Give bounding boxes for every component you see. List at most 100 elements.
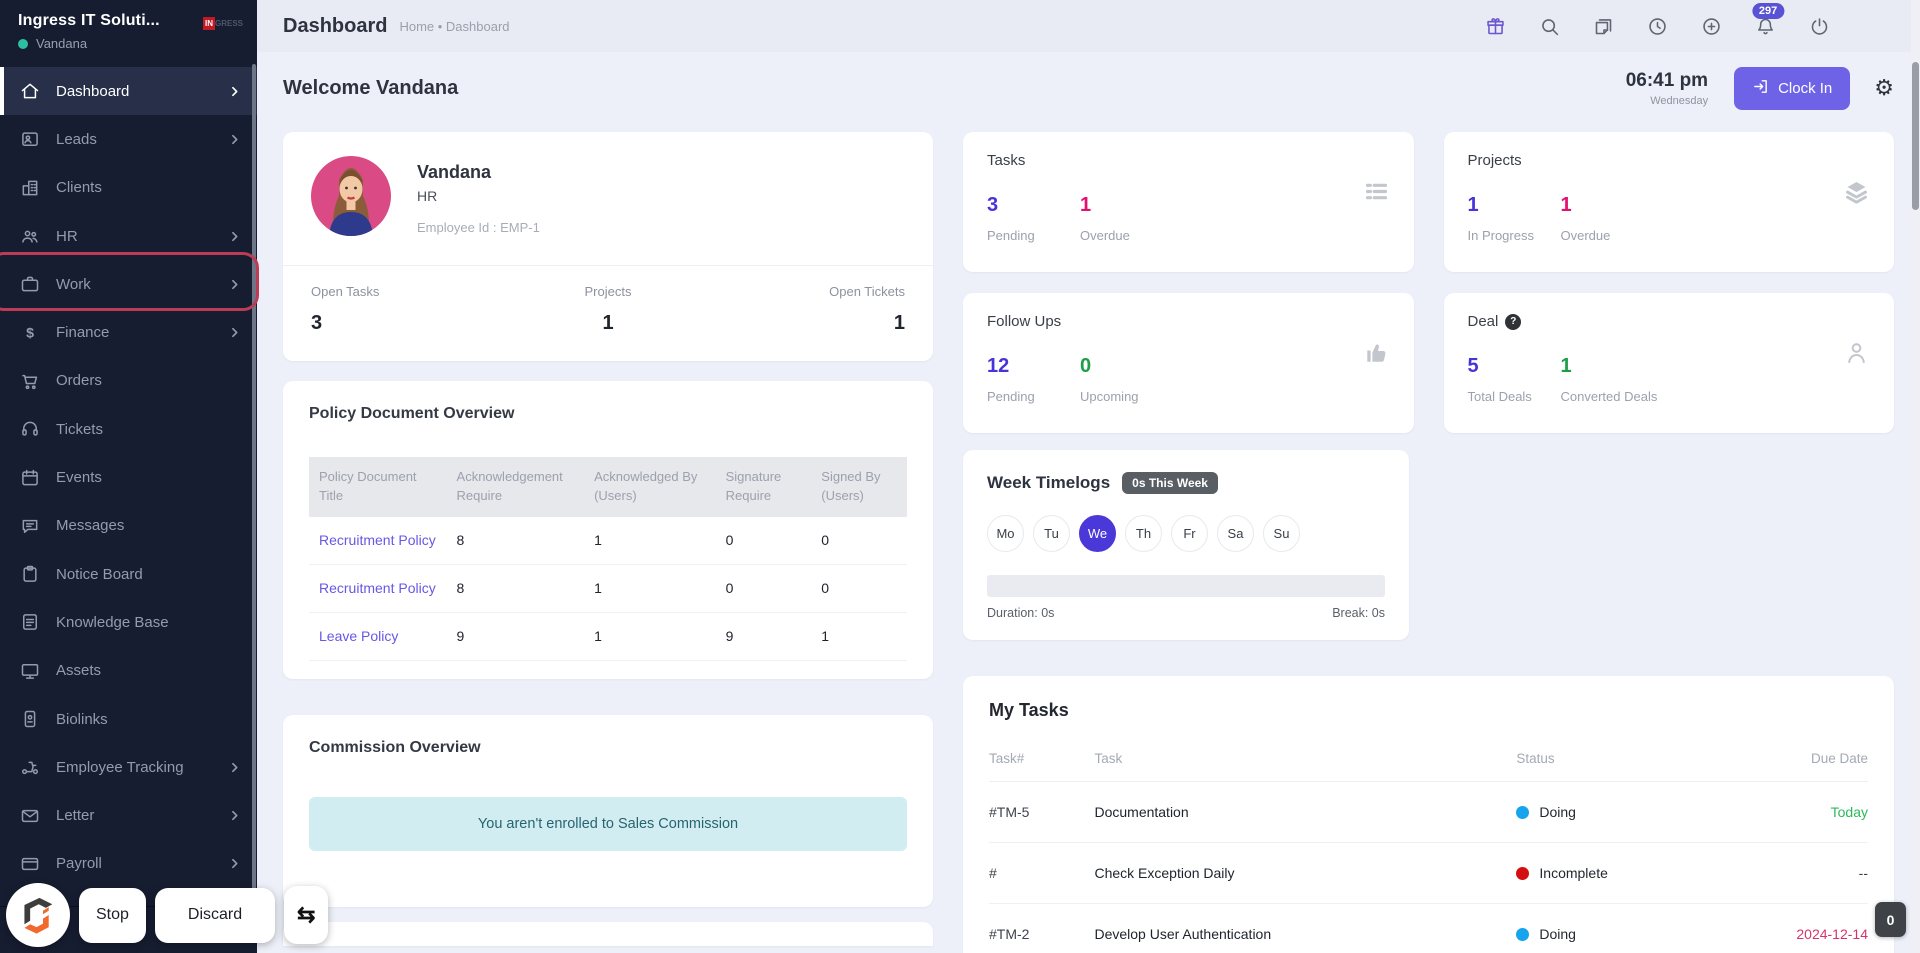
sidebar-item-knowledge-base[interactable]: Knowledge Base <box>0 598 257 646</box>
metric-value: 1 <box>1468 194 1561 217</box>
stat-card-title: Tasks <box>987 152 1390 169</box>
notes-button[interactable] <box>1593 16 1614 37</box>
notes-icon <box>1593 16 1614 37</box>
recorder-logo[interactable] <box>6 883 70 947</box>
bell-button[interactable]: 297 <box>1755 16 1776 37</box>
day-circle-tu[interactable]: Tu <box>1033 515 1070 552</box>
day-circle-mo[interactable]: Mo <box>987 515 1024 552</box>
plus-circle-button[interactable] <box>1701 16 1722 37</box>
policy-table-header: Policy Document TitleAcknowledgement Req… <box>309 457 907 517</box>
chevron-right-icon <box>228 278 241 291</box>
briefcase-icon <box>20 274 40 294</box>
sidebar-item-finance[interactable]: $Finance <box>0 308 257 356</box>
task-status-cell: Doing <box>1516 904 1762 953</box>
right-column: Tasks3Pending1OverdueProjects1In Progres… <box>963 132 1894 953</box>
sidebar-scrollbar[interactable] <box>252 64 256 904</box>
my-tasks-body: #TM-5DocumentationDoingToday#Check Excep… <box>989 782 1868 953</box>
sidebar-item-clients[interactable]: Clients <box>0 164 257 212</box>
stop-button[interactable]: Stop <box>79 888 146 943</box>
sidebar-item-label: Dashboard <box>56 83 129 100</box>
current-day: Wednesday <box>1626 95 1708 107</box>
sidebar-item-letter[interactable]: Letter <box>0 791 257 839</box>
metric-upcoming: 0Upcoming <box>1080 355 1173 404</box>
svg-text:$: $ <box>26 325 34 341</box>
gift-icon <box>1485 16 1506 37</box>
help-question-icon[interactable]: ? <box>1505 314 1521 330</box>
policy-table-row: Recruitment Policy8100 <box>309 564 907 612</box>
day-circle-th[interactable]: Th <box>1125 515 1162 552</box>
sidebar-item-messages[interactable]: Messages <box>0 502 257 550</box>
sidebar-item-work[interactable]: Work <box>0 260 257 308</box>
task-status: Doing <box>1516 804 1762 820</box>
stat-card-title: Deal? <box>1468 313 1871 330</box>
bell-icon <box>1755 16 1776 37</box>
chat-icon <box>20 516 40 536</box>
policy-document-link[interactable]: Recruitment Policy <box>309 517 447 565</box>
power-button[interactable] <box>1809 16 1830 37</box>
task-due-date: Today <box>1763 782 1869 843</box>
profile-name: Vandana <box>417 162 540 183</box>
sidebar-item-label: HR <box>56 228 78 245</box>
day-circle-we[interactable]: We <box>1079 515 1116 552</box>
day-circle-fr[interactable]: Fr <box>1171 515 1208 552</box>
sidebar-item-payroll[interactable]: Payroll <box>0 840 257 888</box>
day-circle-sa[interactable]: Sa <box>1217 515 1254 552</box>
gear-icon[interactable]: ⚙ <box>1874 77 1894 99</box>
page-scrollbar[interactable] <box>1911 0 1920 953</box>
stat-value: 3 <box>311 312 509 335</box>
week-timelogs-card: Week Timelogs 0s This Week MoTuWeThFrSaS… <box>963 450 1409 640</box>
task-name: Check Exception Daily <box>1094 843 1516 904</box>
hexagon-logo-icon <box>18 895 58 935</box>
wallet-icon <box>20 854 40 874</box>
sidebar-item-assets[interactable]: Assets <box>0 647 257 695</box>
policy-document-link[interactable]: Leave Policy <box>309 612 447 660</box>
sidebar-item-hr[interactable]: HR <box>0 212 257 260</box>
sidebar-item-leads[interactable]: Leads <box>0 115 257 163</box>
topbar: Dashboard Home • Dashboard 297 <box>257 0 1920 52</box>
sidebar-item-tickets[interactable]: Tickets <box>0 405 257 453</box>
my-tasks-col-header: Status <box>1516 745 1762 782</box>
sidebar-item-events[interactable]: Events <box>0 453 257 501</box>
commission-card-title: Commission Overview <box>309 739 907 757</box>
task-name: Develop User Authentication <box>1094 904 1516 953</box>
sidebar-item-dashboard[interactable]: Dashboard <box>0 67 257 115</box>
policy-document-link[interactable]: Recruitment Policy <box>309 564 447 612</box>
stat-card-title: Projects <box>1468 152 1871 169</box>
cart-icon <box>20 371 40 391</box>
sidebar-item-label: Employee Tracking <box>56 759 184 776</box>
sidebar-user-name: Vandana <box>36 36 87 51</box>
document-icon <box>20 612 40 632</box>
my-tasks-card: My Tasks Task#TaskStatusDue Date #TM-5Do… <box>963 676 1894 953</box>
sidebar-item-employee-tracking[interactable]: Employee Tracking <box>0 743 257 791</box>
task-row[interactable]: #TM-5DocumentationDoingToday <box>989 782 1868 843</box>
stat-label: Projects <box>509 284 707 299</box>
login-icon <box>1752 78 1769 99</box>
policy-cell: 0 <box>811 564 907 612</box>
sidebar-item-biolinks[interactable]: Biolinks <box>0 695 257 743</box>
floating-counter-badge[interactable]: 0 <box>1875 902 1906 937</box>
policy-cell: 9 <box>447 612 585 660</box>
profile-employee-id: Employee Id : EMP-1 <box>417 220 540 235</box>
sidebar-item-notice-board[interactable]: Notice Board <box>0 550 257 598</box>
gift-button[interactable] <box>1485 16 1506 37</box>
swap-button[interactable]: ⇆ <box>284 886 328 944</box>
task-row[interactable]: #Check Exception DailyIncomplete-- <box>989 843 1868 904</box>
discard-button[interactable]: Discard <box>155 888 275 943</box>
policy-col-header: Signed By (Users) <box>811 457 907 517</box>
clock-in-button[interactable]: Clock In <box>1734 67 1850 110</box>
task-status-cell: Doing <box>1516 782 1762 843</box>
sidebar-item-label: Notice Board <box>56 566 143 583</box>
avatar-image <box>311 156 391 236</box>
search-button[interactable] <box>1539 16 1560 37</box>
day-circle-su[interactable]: Su <box>1263 515 1300 552</box>
clock-button[interactable] <box>1647 16 1668 37</box>
page-scrollbar-thumb[interactable] <box>1912 62 1919 210</box>
timelogs-break: Break: 0s <box>1332 606 1385 620</box>
ingress-logo-text: GRESS <box>215 19 243 28</box>
sidebar-item-orders[interactable]: Orders <box>0 357 257 405</box>
chevron-right-icon <box>228 85 241 98</box>
task-row[interactable]: #TM-2Develop User AuthenticationDoing202… <box>989 904 1868 953</box>
metric-value: 5 <box>1468 355 1561 378</box>
chevron-right-icon <box>228 809 241 822</box>
policy-table: Policy Document TitleAcknowledgement Req… <box>309 457 907 661</box>
